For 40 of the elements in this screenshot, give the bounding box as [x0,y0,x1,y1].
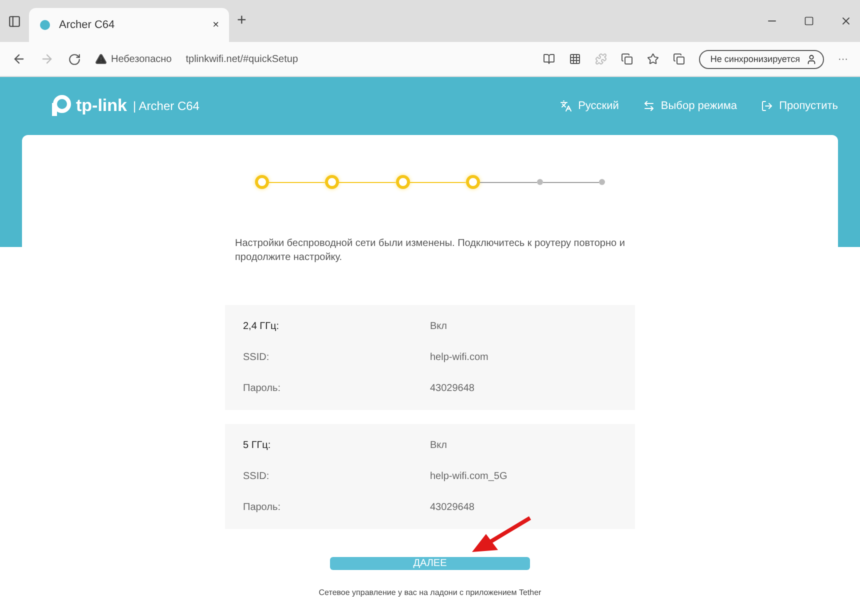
field-label: 2,4 ГГц: [243,321,280,332]
new-tab-button[interactable]: + [237,12,246,30]
field-label: Пароль: [243,502,282,513]
url-text[interactable]: tplinkwifi.net/#quickSetup [186,54,298,64]
field-label: 5 ГГц: [243,440,272,451]
field-label: Пароль: [243,383,282,394]
field-value: 43029648 [430,383,476,394]
favorite-icon[interactable] [647,53,660,65]
field-value: help-wifi.com [430,352,490,363]
tabs-icon[interactable] [673,53,686,65]
warning-icon[interactable] [95,53,107,65]
close-icon[interactable] [840,15,852,27]
field-label: SSID: [243,471,270,482]
skip-icon [761,100,774,112]
tab-actions-icon[interactable] [8,14,21,28]
browser-tab[interactable]: Archer C64 × [29,8,229,42]
mode-icon [642,100,655,112]
footer-note: Сетевое управление у вас на ладони с приложением Tether [318,588,542,597]
collections-icon[interactable] [621,53,634,65]
reader-icon[interactable] [543,53,556,65]
profile-button[interactable]: Не синхронизируется [699,50,824,68]
more-button[interactable]: ··· [838,54,848,64]
model-name: | Archer C64 [133,99,200,113]
language-icon [560,100,572,112]
field-value: 43029648 [430,502,476,513]
brand-logo-text: tp-link [76,96,127,116]
field-value: Вкл [430,321,448,332]
field-label: SSID: [243,352,270,363]
field-value: Вкл [430,440,448,451]
maximize-icon[interactable] [804,16,814,26]
security-label[interactable]: Небезопасно [111,54,172,64]
close-tab-button[interactable]: × [212,19,219,31]
user-icon [806,54,817,64]
field-value: help-wifi.com_5G [430,471,508,482]
tab-title: Archer C64 [59,19,115,31]
reload-icon[interactable] [68,52,81,66]
status-message: Настройки беспроводной сети были изменены. Подключитесь к роутеру повторно и продолжите настройку. [235,237,625,265]
back-icon[interactable] [12,52,26,66]
pointer-arrow-drawing [470,514,534,554]
grid-icon[interactable] [569,53,582,65]
